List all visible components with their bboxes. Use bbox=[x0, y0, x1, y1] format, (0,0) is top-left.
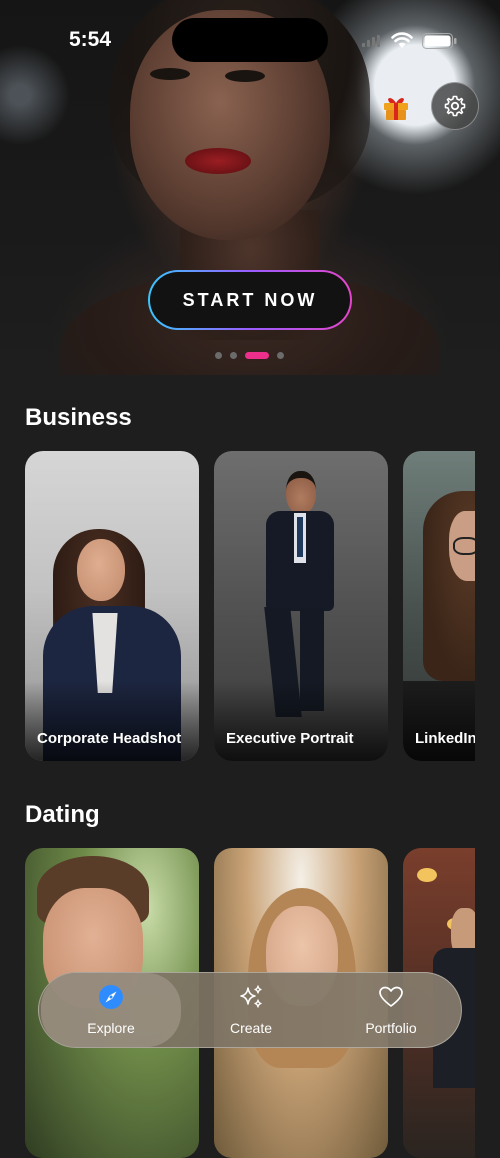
carousel-dot-active[interactable] bbox=[245, 352, 269, 359]
gear-icon bbox=[444, 95, 466, 117]
style-card-executive-portrait[interactable]: Executive Portrait bbox=[214, 451, 388, 761]
tab-create[interactable]: Create bbox=[181, 973, 321, 1047]
card-fade bbox=[214, 681, 388, 761]
style-card-label: LinkedIn bbox=[415, 730, 475, 747]
compass-icon bbox=[99, 985, 123, 1009]
hero-lips bbox=[185, 148, 251, 174]
style-card-corporate-headshot[interactable]: Corporate Headshot bbox=[25, 451, 199, 761]
signal-icon bbox=[362, 35, 380, 47]
style-card-label: Corporate Headshot bbox=[37, 730, 182, 747]
card-person-tie bbox=[297, 517, 303, 557]
section-title-business: Business bbox=[25, 404, 132, 431]
status-time: 5:54 bbox=[69, 28, 112, 51]
tab-explore[interactable]: Explore bbox=[41, 973, 181, 1047]
hero-eye-left bbox=[150, 68, 190, 80]
status-icons bbox=[362, 30, 457, 52]
carousel-dot[interactable] bbox=[230, 352, 237, 359]
wifi-icon bbox=[391, 32, 413, 48]
style-card-linkedin[interactable]: LinkedIn bbox=[403, 451, 475, 761]
carousel-dot[interactable] bbox=[277, 352, 284, 359]
carousel-dot[interactable] bbox=[215, 352, 222, 359]
card-fade bbox=[403, 681, 475, 761]
dynamic-island bbox=[172, 18, 328, 62]
settings-button[interactable] bbox=[431, 82, 479, 130]
heart-icon bbox=[379, 986, 403, 1007]
card-fade bbox=[25, 681, 199, 761]
card-person-face bbox=[77, 539, 125, 601]
tab-portfolio[interactable]: Portfolio bbox=[321, 973, 461, 1047]
card-person-head bbox=[286, 471, 316, 514]
card-person-glasses bbox=[453, 537, 475, 555]
start-now-button[interactable]: START NOW bbox=[148, 270, 352, 330]
tab-label: Create bbox=[229, 1020, 273, 1036]
start-now-label: START NOW bbox=[150, 272, 350, 328]
style-card-label: Executive Portrait bbox=[226, 730, 354, 747]
battery-icon bbox=[422, 33, 457, 49]
sparkles-icon bbox=[240, 985, 262, 1008]
card-scene-lamp bbox=[417, 868, 437, 882]
tab-label: Explore bbox=[87, 1020, 135, 1036]
gift-icon[interactable] bbox=[380, 92, 412, 124]
hero-eye-right bbox=[225, 70, 265, 82]
tab-label: Portfolio bbox=[365, 1020, 417, 1036]
section-title-dating: Dating bbox=[25, 801, 100, 828]
bottom-tab-bar: Explore Create Portfolio bbox=[38, 972, 462, 1048]
